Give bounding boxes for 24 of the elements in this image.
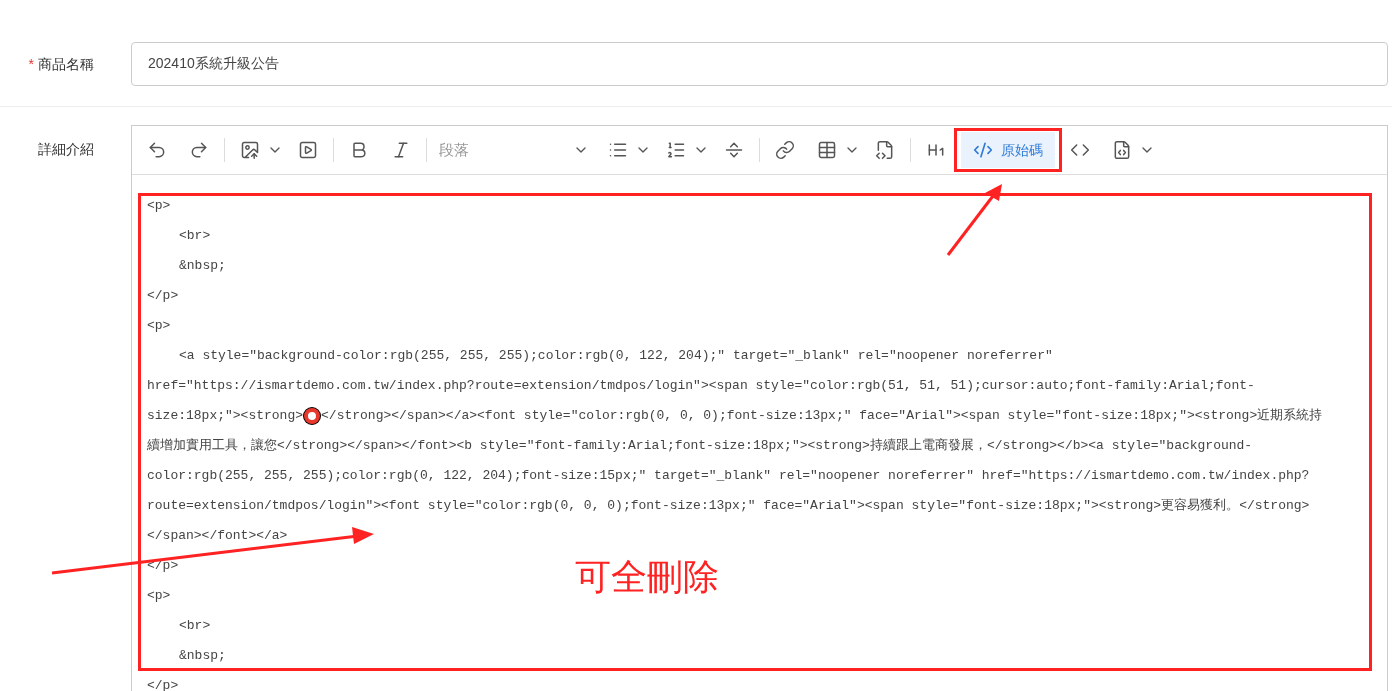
code-line: <br> bbox=[179, 617, 211, 635]
code-line: size:18px;"><strong> </strong></span></a><font style="color:rgb(0, 0, 0);font-size:13px;" face="Arial"><span style="font-size:18px;"><strong>近期系統持 bbox=[147, 407, 1323, 426]
field-label: 商品名稱 bbox=[38, 54, 94, 74]
code-line: <br> bbox=[179, 227, 211, 245]
code-line: <p> bbox=[147, 317, 171, 335]
code-line: </span></font></a> bbox=[147, 527, 288, 545]
source-code-button[interactable]: 原始碼 bbox=[961, 132, 1055, 168]
code-line: <p> bbox=[147, 197, 171, 215]
code-line: &nbsp; bbox=[179, 647, 226, 665]
code-line: </p> bbox=[147, 677, 179, 691]
code-line: color:rgb(255, 255, 255);color:rgb(0, 122, 204);font-size:15px;" target="_blank" rel="noopener noreferrer" href="https://ismartdemo.com.tw/index.php? bbox=[147, 467, 1310, 485]
code-line: </p> bbox=[147, 557, 179, 575]
code-line: </p> bbox=[147, 287, 179, 305]
code-line: href="https://ismartdemo.com.tw/index.php?route=extension/tmdpos/login"><span style="color:rgb(51, 51, 51);cursor:auto;font-family:Arial;font- bbox=[147, 377, 1255, 395]
code-line: 續增加實用工具，讓您</strong></span></font><b style="font-family:Arial;font-size:18px;"><strong>持續跟上電商發展，</strong></b><a style="background- bbox=[147, 437, 1253, 455]
required-mark: * bbox=[28, 54, 34, 74]
code-line: route=extension/tmdpos/login"><font style="color:rgb(0, 0, 0);font-size:13px;" face="Arial"><span style="font-size:18px;"><strong>更容易獲利。</strong> bbox=[147, 497, 1310, 515]
input-field[interactable]: 202410系統升級公告 bbox=[131, 42, 1388, 86]
code-line: <a style="background-color:rgb(255, 255, 255);color:rgb(0, 122, 204);" target="_blank" rel="noopener noreferrer" bbox=[179, 347, 1053, 365]
code-line: &nbsp; bbox=[179, 257, 226, 275]
code-line: <p> bbox=[147, 587, 171, 605]
field-label: 詳細介紹 bbox=[38, 140, 94, 159]
annotation-text: 可全刪除 bbox=[575, 555, 719, 599]
paragraph-select[interactable]: 段落 bbox=[431, 138, 597, 162]
